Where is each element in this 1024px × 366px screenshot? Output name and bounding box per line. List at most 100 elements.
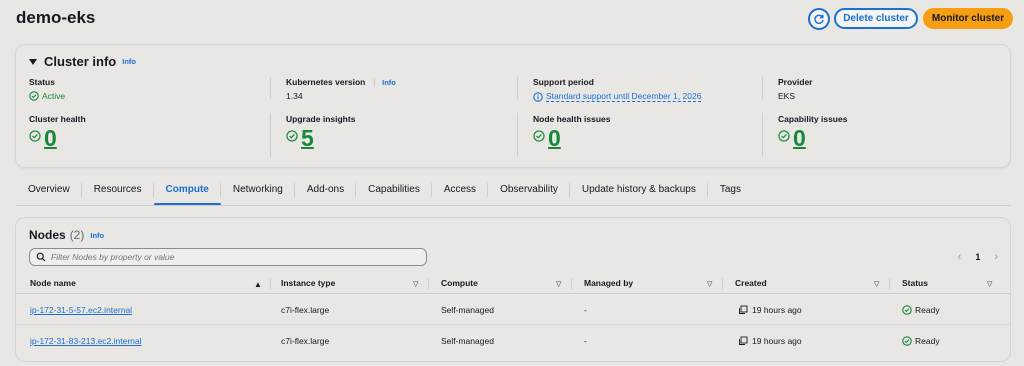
nodes-filter[interactable] [29,248,427,266]
check-circle-icon [902,336,912,346]
table-row: ip-172-31-83-213.ec2.internal c7i-flex.l… [16,325,1010,356]
tab-label: Add-ons [306,184,345,195]
sort-ascending-icon[interactable]: ▲ [254,280,262,289]
provider-field: Provider EKS [778,77,813,101]
tab-capabilities[interactable]: Capabilities [356,181,432,203]
copy-icon[interactable] [738,336,748,346]
support-period-value[interactable]: Standard support until December 1, 2026 [533,91,702,102]
tab-add-ons[interactable]: Add-ons [295,181,357,203]
cluster-health-count[interactable]: 0 [44,126,57,150]
divider [762,113,763,157]
chevron-left-icon[interactable]: ‹ [958,251,962,263]
tab-tags[interactable]: Tags [708,181,753,203]
capability-issues-count[interactable]: 0 [793,126,806,150]
search-icon [36,252,46,262]
check-circle-icon [286,130,298,142]
nodes-info-link[interactable]: Info [90,231,104,240]
copy-icon[interactable] [738,305,748,315]
cluster-info-info-link[interactable]: Info [122,57,136,66]
sort-icon[interactable]: ▽ [556,280,561,288]
kubernetes-version-info-link[interactable]: Info [382,78,396,87]
check-circle-icon [29,130,41,142]
tab-access[interactable]: Access [432,181,489,203]
kubernetes-version-label: Kubernetes version Info [286,77,396,88]
tab-label: Overview [28,184,70,195]
status-cell: Ready [902,305,940,315]
status-field: Status Active [29,77,65,101]
tab-networking[interactable]: Networking [221,181,295,203]
cluster-info-header[interactable]: Cluster info Info [29,54,136,69]
nodes-card: Nodes (2) Info ‹ 1 › Node name ▲ Instanc… [15,217,1011,362]
column-header-status[interactable]: Status [902,278,928,288]
upgrade-insights-count[interactable]: 5 [301,126,314,150]
nodes-filter-input[interactable] [51,252,411,262]
column-header-instance-type[interactable]: Instance type [281,278,335,288]
sort-icon[interactable]: ▽ [987,280,992,288]
chevron-right-icon[interactable]: › [994,251,998,263]
cluster-info-title: Cluster info [44,54,117,69]
created-cell: 19 hours ago [738,336,802,346]
compute-cell: Self-managed [441,305,494,315]
status-value: Active [29,91,65,101]
tab-resources[interactable]: Resources [82,181,154,203]
upgrade-insights-field: Upgrade insights 5 [286,114,355,150]
column-header-compute[interactable]: Compute [441,278,478,288]
created-text: 19 hours ago [752,336,802,346]
refresh-icon [814,14,824,24]
column-header-created[interactable]: Created [735,278,767,288]
tab-update-history-backups[interactable]: Update history & backups [570,181,708,203]
cluster-info-card: Cluster info Info Status Active Kubernet… [15,44,1011,168]
column-header-node-name[interactable]: Node name [30,278,76,288]
capability-issues-label: Capability issues [778,114,848,124]
status-text: Ready [915,305,940,315]
caret-down-icon[interactable] [29,58,37,65]
support-period-label: Support period [533,77,594,87]
table-header-row: Node name ▲ Instance type ▽ Compute ▽ Ma… [16,274,1010,294]
pagination: ‹ 1 › [958,251,998,263]
nodes-table: Node name ▲ Instance type ▽ Compute ▽ Ma… [16,274,1010,356]
sort-icon[interactable]: ▽ [874,280,879,288]
divider [889,278,890,290]
monitor-cluster-button[interactable]: Monitor cluster [923,8,1013,29]
nodes-header: Nodes (2) Info [29,228,104,242]
column-header-managed-by[interactable]: Managed by [584,278,633,288]
kubernetes-version-field: Kubernetes version Info 1.34 [286,77,396,101]
table-row: ip-172-31-5-57.ec2.internal c7i-flex.lar… [16,294,1010,325]
node-health-issues-count[interactable]: 0 [548,126,561,150]
delete-cluster-button[interactable]: Delete cluster [834,8,918,29]
created-text: 19 hours ago [752,305,802,315]
node-name-link[interactable]: ip-172-31-5-57.ec2.internal [30,305,132,315]
cluster-health-label: Cluster health [29,114,86,124]
divider [270,113,271,157]
sort-icon[interactable]: ▽ [707,280,712,288]
check-circle-icon [29,91,39,101]
info-circle-icon [533,91,543,102]
tab-observability[interactable]: Observability [488,181,570,203]
divider [428,278,429,290]
node-name-link[interactable]: ip-172-31-83-213.ec2.internal [30,336,142,346]
tab-label: Resources [93,184,142,195]
page-number[interactable]: 1 [975,252,980,262]
divider [517,113,518,157]
divider [762,77,763,99]
status-text: Active [42,91,66,101]
kubernetes-version-label-text: Kubernetes version [286,77,366,87]
sort-icon[interactable]: ▽ [413,280,418,288]
tab-label: Capabilities [368,184,420,195]
tab-compute[interactable]: Compute [153,181,222,206]
provider-value: EKS [778,91,796,101]
tab-overview[interactable]: Overview [16,181,82,203]
managed-by-cell: - [584,305,587,315]
tab-label: Compute [165,184,209,195]
support-period-link[interactable]: Standard support until December 1, 2026 [546,91,702,102]
tab-label: Networking [232,184,283,195]
status-cell: Ready [902,336,940,346]
provider-label: Provider [778,77,813,87]
tab-bar: Overview Resources Compute Networking Add-on… [16,181,753,206]
managed-by-cell: - [584,336,587,346]
compute-cell: Self-managed [441,336,494,346]
cluster-health-field: Cluster health 0 [29,114,86,150]
refresh-button[interactable] [808,8,830,30]
capability-issues-field: Capability issues 0 [778,114,847,150]
page-header: demo-eks Delete cluster Monitor cluster [0,0,1024,36]
